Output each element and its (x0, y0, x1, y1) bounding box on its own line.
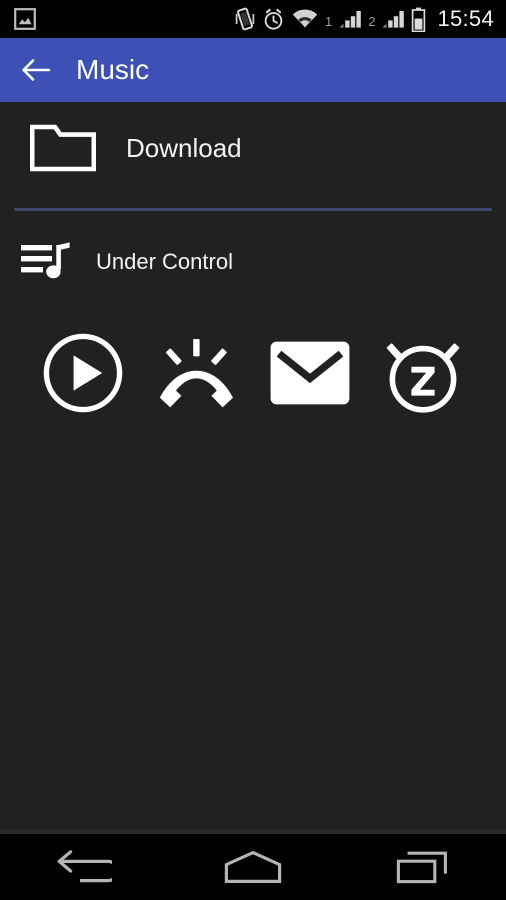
status-bar-clock: 15:54 (437, 6, 494, 31)
status-bar: 1 2 15:54 (0, 0, 506, 38)
envelope-icon (270, 341, 350, 405)
app-bar: Music (0, 38, 506, 102)
phone-screen: 1 2 15:54 Music Download Under Control (0, 0, 506, 900)
signal-bars-sim2-icon (383, 11, 405, 28)
list-item-label: Under Control (96, 249, 233, 274)
nav-home-icon (224, 850, 282, 883)
folder-icon (30, 124, 96, 172)
list-item-song-under-control[interactable]: Under Control (0, 227, 506, 297)
wifi-icon (292, 9, 318, 28)
signal-bars-sim1-icon (339, 11, 362, 28)
action-button-row (0, 323, 506, 423)
page-title: Music (76, 54, 150, 85)
nav-recents-icon (396, 851, 447, 884)
alarm-snooze-icon (386, 343, 460, 413)
alarm-set-icon (264, 8, 283, 30)
arrow-left-icon[interactable] (18, 52, 54, 88)
ringtone-icon (160, 339, 234, 408)
status-bar-left-icons (0, 8, 36, 30)
status-bar-right-icons: 1 2 15:54 (235, 7, 506, 32)
sim1-label: 1 (324, 13, 333, 29)
set-notification-button[interactable] (267, 323, 353, 423)
system-navigation-bar (0, 834, 506, 900)
nav-back-button[interactable] (0, 834, 169, 900)
photo-notification-icon (14, 8, 36, 30)
sim2-label: 2 (368, 13, 376, 29)
file-list: Download Under Control (0, 102, 506, 830)
battery-icon (412, 7, 426, 32)
nav-home-button[interactable] (169, 834, 338, 900)
set-alarm-button[interactable] (380, 323, 466, 423)
nav-recents-button[interactable] (337, 834, 506, 900)
nav-back-icon (57, 850, 113, 883)
vibrate-icon (235, 7, 255, 31)
set-ringtone-button[interactable] (153, 323, 239, 423)
list-item-label: Download (126, 133, 242, 163)
music-playlist-icon (21, 242, 70, 279)
section-divider (14, 208, 492, 211)
list-item-folder-download[interactable]: Download (0, 102, 506, 194)
play-circle-icon (43, 333, 123, 413)
play-button[interactable] (40, 323, 126, 423)
